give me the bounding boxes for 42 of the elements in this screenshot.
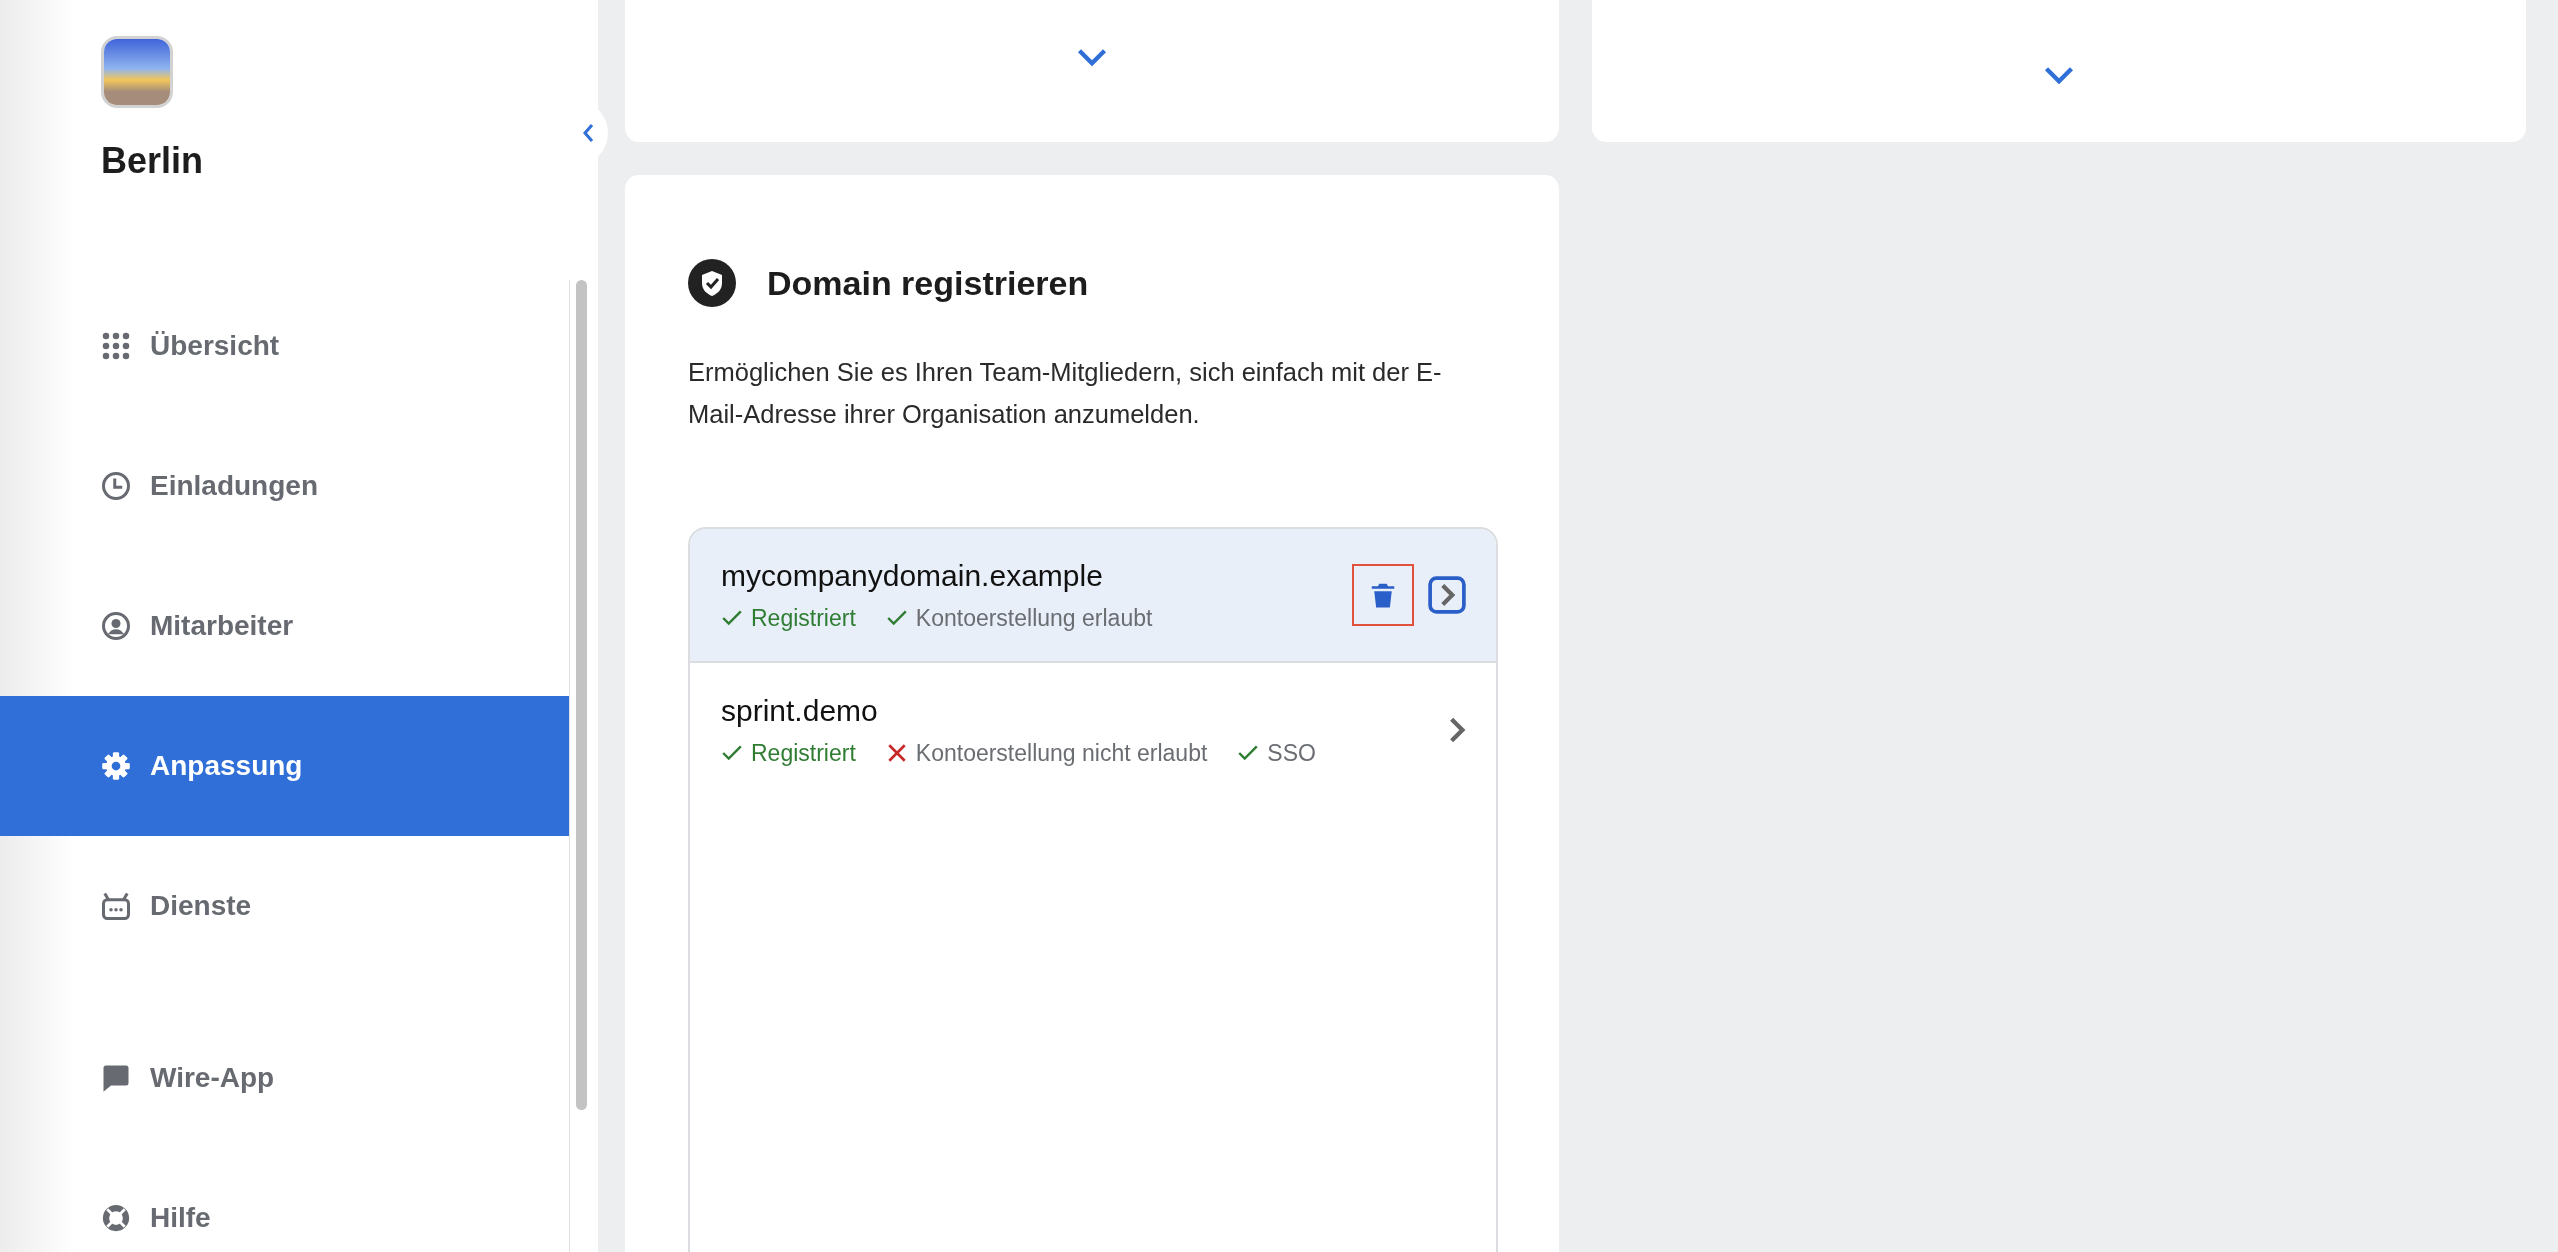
status-label: Kontoerstellung nicht erlaubt — [915, 739, 1208, 767]
team-name: Berlin — [101, 140, 205, 182]
card-title: Domain registrieren — [767, 263, 1089, 303]
settings-icon — [101, 751, 131, 781]
nav-label: Einladungen — [150, 470, 318, 502]
chevron-down-icon[interactable] — [2044, 66, 2074, 84]
chevron-down-icon[interactable] — [1077, 48, 1107, 66]
nav-label: Wire-App — [150, 1062, 275, 1094]
domain-name: mycompanydomain.example — [721, 558, 1104, 593]
shield-check-icon — [688, 259, 736, 307]
chat-bubble-icon — [101, 1063, 131, 1093]
domain-row[interactable]: mycompanydomain.example Registriert Kontoerstellung erlaubt — [690, 529, 1496, 663]
nav-item[interactable]: Mitarbeiter — [0, 556, 569, 696]
nav-label: Mitarbeiter — [150, 610, 294, 642]
domain-name: sprint.demo — [721, 693, 879, 728]
chevron-left-icon — [582, 123, 594, 143]
user-icon — [101, 611, 131, 641]
nav-label: Hilfe — [150, 1202, 211, 1234]
nav-item[interactable]: Einladungen — [0, 416, 569, 556]
status-label: Kontoerstellung erlaubt — [915, 604, 1153, 632]
status-label: Registriert — [751, 739, 856, 767]
scrollbar-thumb[interactable] — [576, 280, 587, 1110]
nav-item[interactable]: Dienste — [0, 836, 569, 976]
nav-label: Anpassung — [150, 750, 303, 782]
nav-item[interactable]: Hilfe — [0, 1148, 569, 1252]
card-description: Ermöglichen Sie es Ihren Team-Mitgliedern, sich einfach mit der E-Mail-Adresse ihrer Organisation anzumelden. — [688, 357, 1443, 430]
nav-item[interactable]: Wire-App — [0, 1008, 569, 1148]
domain-row[interactable]: sprint.demo Registriert Kontoerstellung nicht erlaubt SSO — [690, 663, 1496, 797]
chevron-right-icon[interactable] — [1448, 716, 1466, 744]
status-label: Registriert — [751, 604, 856, 632]
robot-icon — [101, 891, 131, 921]
lifebuoy-icon — [101, 1203, 131, 1233]
nav-label: Übersicht — [150, 330, 280, 362]
team-photo-placeholder — [101, 36, 173, 108]
nav-item[interactable]: Übersicht — [0, 276, 569, 416]
nav-label: Dienste — [150, 890, 252, 922]
delete-button[interactable] — [1352, 564, 1414, 626]
clock-icon — [101, 471, 131, 501]
chevron-right-icon[interactable] — [1428, 576, 1466, 614]
status-label: SSO — [1267, 739, 1316, 767]
grid-icon — [101, 331, 131, 361]
nav-item[interactable]: Anpassung — [0, 696, 569, 836]
